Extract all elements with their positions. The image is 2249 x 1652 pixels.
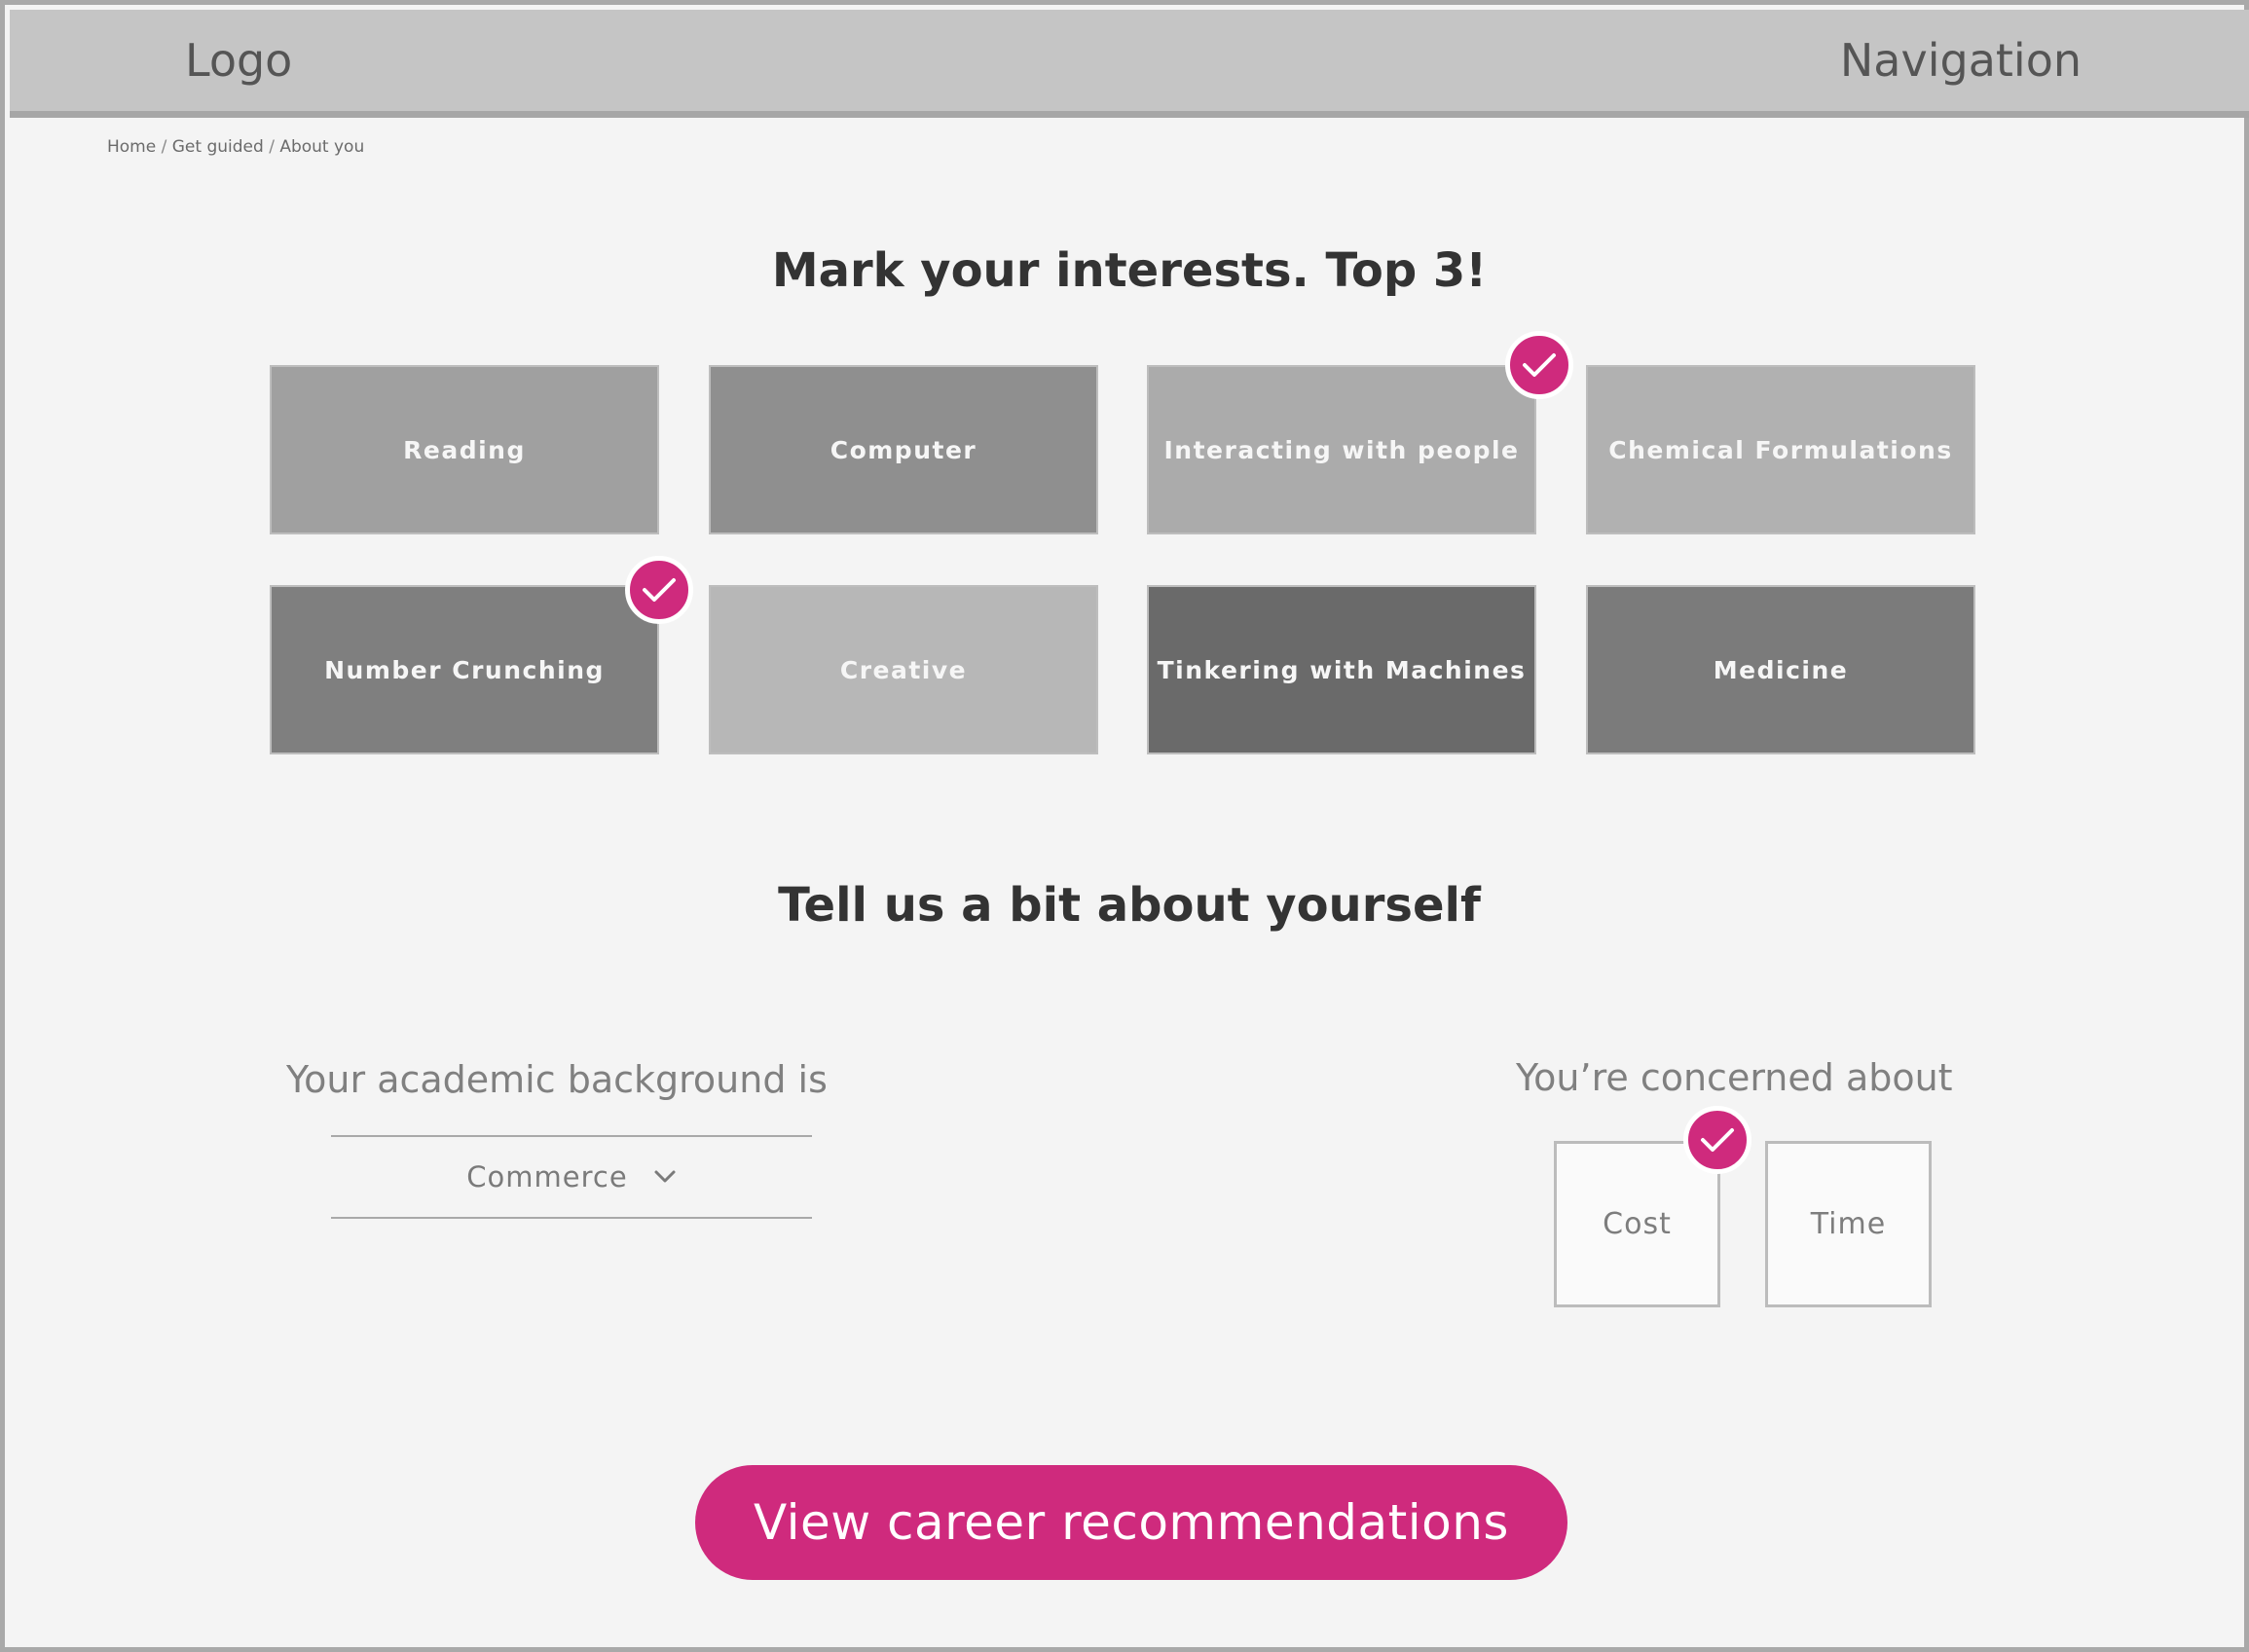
page-frame: Logo Navigation Home / Get guided / Abou… xyxy=(0,0,2249,1652)
interest-tile-label: Medicine xyxy=(1713,655,1849,684)
academic-background-label: Your academic background is xyxy=(286,1058,828,1101)
check-icon xyxy=(1505,331,1573,399)
site-header: Logo Navigation xyxy=(10,10,2249,118)
interest-tile-label: Chemical Formulations xyxy=(1608,435,1953,464)
interest-tile-medicine[interactable]: Medicine xyxy=(1586,585,1975,754)
about-title: Tell us a bit about yourself xyxy=(778,878,1481,933)
chevron-down-icon xyxy=(653,1169,677,1185)
interest-tile-creative[interactable]: Creative xyxy=(709,585,1098,754)
check-icon xyxy=(625,556,693,624)
interest-tile-label: Creative xyxy=(839,655,968,684)
interest-tile-tinkering-with-machines[interactable]: Tinkering with Machines xyxy=(1147,585,1536,754)
interest-tile-interacting-with-people[interactable]: Interacting with people xyxy=(1147,365,1536,534)
interest-tile-number-crunching[interactable]: Number Crunching xyxy=(270,585,659,754)
concern-option-label: Time xyxy=(1810,1207,1887,1241)
breadcrumb: Home / Get guided / About you xyxy=(107,137,364,157)
check-icon xyxy=(1683,1106,1751,1174)
interest-tile-chemical-formulations[interactable]: Chemical Formulations xyxy=(1586,365,1975,534)
breadcrumb-separator: / xyxy=(269,137,275,157)
interest-tile-label: Tinkering with Machines xyxy=(1157,655,1527,684)
academic-background-value: Commerce xyxy=(466,1160,628,1193)
breadcrumb-get-guided[interactable]: Get guided xyxy=(172,137,264,157)
concern-label: You’re concerned about xyxy=(1516,1056,1953,1099)
academic-background-select[interactable]: Commerce xyxy=(331,1135,812,1219)
logo[interactable]: Logo xyxy=(185,10,292,111)
breadcrumb-current: About you xyxy=(279,137,365,157)
interest-tile-reading[interactable]: Reading xyxy=(270,365,659,534)
breadcrumb-separator: / xyxy=(161,137,167,157)
view-career-recommendations-button[interactable]: View career recommendations xyxy=(695,1465,1567,1580)
interest-tile-label: Computer xyxy=(830,435,977,464)
navigation[interactable]: Navigation xyxy=(1840,10,2082,111)
interest-tile-label: Number Crunching xyxy=(324,655,605,684)
interest-tile-label: Interacting with people xyxy=(1163,435,1520,464)
interest-tile-computer[interactable]: Computer xyxy=(709,365,1098,534)
concern-option-label: Cost xyxy=(1603,1207,1672,1241)
interests-title: Mark your interests. Top 3! xyxy=(771,243,1488,298)
concern-option-time[interactable]: Time xyxy=(1765,1141,1932,1307)
interest-tile-label: Reading xyxy=(403,435,526,464)
breadcrumb-home[interactable]: Home xyxy=(107,137,156,157)
